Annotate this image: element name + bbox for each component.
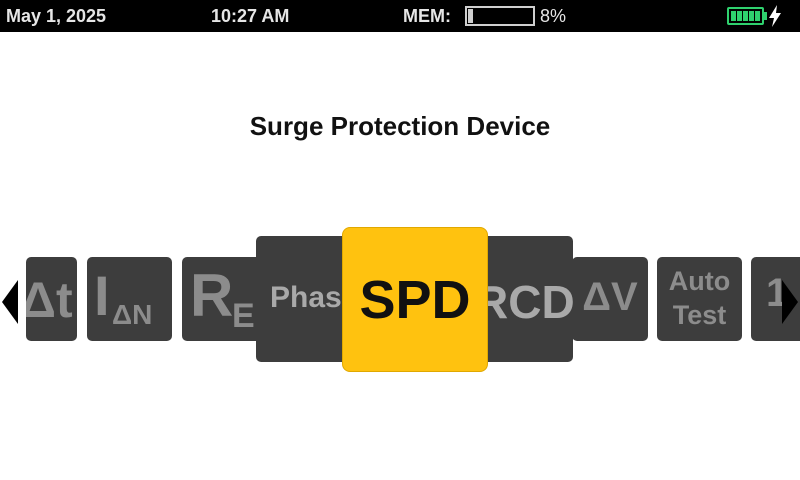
- tile-voltage-drop[interactable]: ΔV: [572, 257, 648, 341]
- memory-usage-bar: [465, 6, 535, 26]
- page-title: Surge Protection Device: [249, 111, 551, 141]
- date-text: May 1, 2025: [6, 6, 107, 26]
- tile-auto-test[interactable]: Auto Test: [657, 257, 742, 341]
- tile-auto-test-line1: Auto: [668, 266, 731, 296]
- tile-delta-t-label: Δt: [26, 272, 73, 328]
- time-text: 10:27 AM: [211, 6, 290, 26]
- lightning-bolt-icon: [769, 5, 781, 27]
- screen: May 1, 2025 10:27 AM MEM: 8% Surge Prote…: [0, 0, 800, 480]
- tile-voltage-drop-label: ΔV: [582, 275, 638, 319]
- status-bar: May 1, 2025 10:27 AM MEM: 8%: [0, 0, 800, 32]
- tile-earth-resistance-label: R: [190, 262, 234, 329]
- memory-label: MEM:: [403, 6, 451, 26]
- tile-auto-test-line2: Test: [672, 300, 727, 330]
- tile-rcd-current-subscript: ΔN: [112, 299, 153, 330]
- triangle-right-icon[interactable]: [782, 280, 800, 324]
- battery-body: [727, 7, 764, 25]
- memory-percent: 8%: [540, 6, 567, 26]
- tile-earth-resistance-subscript: E: [232, 297, 255, 335]
- tile-delta-t[interactable]: Δt: [26, 257, 77, 341]
- tile-spd-selected[interactable]: SPD: [343, 228, 487, 371]
- battery-full-icon: [727, 7, 769, 25]
- memory-usage-fill: [468, 9, 473, 23]
- tile-rcd-current[interactable]: I ΔN: [87, 257, 172, 341]
- battery-tip: [764, 12, 767, 20]
- tile-rcd-current-label: I: [94, 264, 110, 327]
- tile-rcd-label: RCD: [475, 276, 573, 328]
- tile-spd-label: SPD: [359, 270, 471, 330]
- triangle-left-icon[interactable]: [0, 280, 18, 324]
